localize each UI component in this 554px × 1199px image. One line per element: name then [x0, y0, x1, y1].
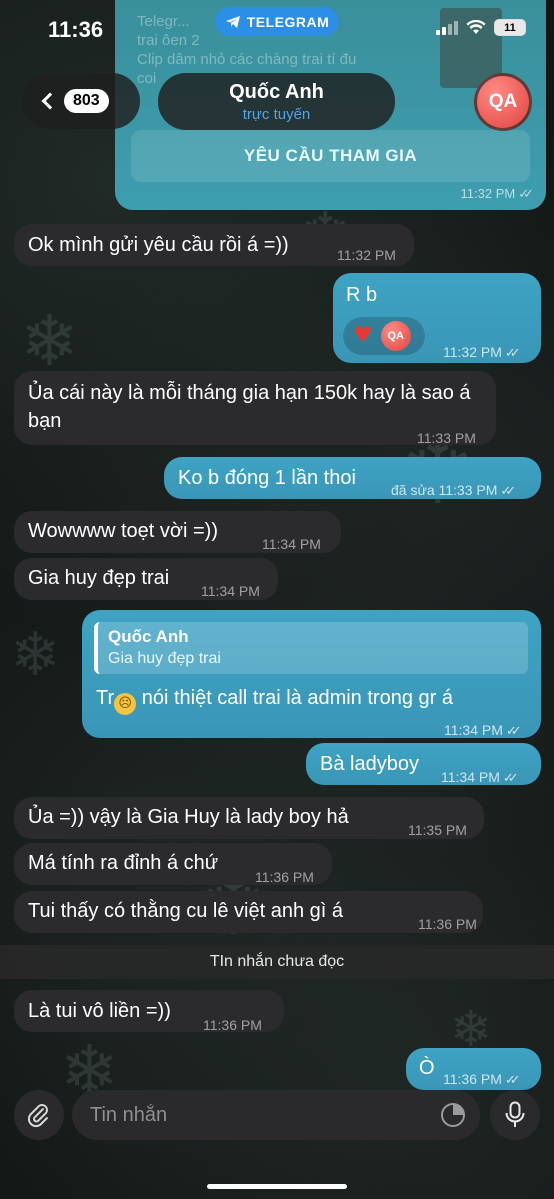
message-incoming[interactable]: Ủa =)) vậy là Gia Huy là lady boy hả 11:…: [14, 797, 484, 839]
message-outgoing[interactable]: Ò 11:36 PM ✓✓: [406, 1048, 541, 1090]
message-incoming[interactable]: Ủa cái này là mỗi tháng gia hạn 150k hay…: [14, 371, 496, 446]
snowflake-decoration: ❄: [20, 300, 79, 382]
unread-count-badge: 803: [64, 89, 109, 113]
message-time: 11:34 PM: [262, 536, 321, 552]
request-join-button[interactable]: YÊU CẦU THAM GIA: [131, 130, 530, 182]
message-time: 11:36 PM: [203, 1017, 262, 1033]
message-time: 11:32 PM ✓✓: [443, 344, 521, 360]
reply-quote[interactable]: Quốc Anh Gia huy đẹp trai: [94, 622, 528, 674]
reactions[interactable]: ♥ QA: [343, 317, 425, 355]
signal-icon: [436, 20, 458, 35]
message-text: Gia huy đẹp trai: [28, 567, 170, 589]
avatar[interactable]: QA: [474, 73, 532, 131]
message-time: 11:34 PM: [201, 583, 260, 599]
battery-icon: 11: [494, 19, 526, 36]
message-text: Ủa =)) vậy là Gia Huy là lady boy hả: [28, 806, 349, 828]
message-incoming[interactable]: Má tính ra đỉnh á chứ 11:36 PM: [14, 843, 332, 885]
telegram-pill[interactable]: TELEGRAM: [215, 7, 339, 36]
message-outgoing[interactable]: Bà ladyboy 11:34 PM ✓✓: [306, 743, 541, 785]
message-time: 11:34 PM ✓✓: [444, 722, 522, 738]
attach-button[interactable]: [14, 1090, 64, 1140]
wifi-icon: [466, 20, 486, 34]
message-text: Bà ladyboy: [320, 753, 419, 775]
microphone-button[interactable]: [490, 1090, 540, 1140]
read-checks-icon: ✓✓: [505, 723, 522, 738]
snowflake-decoration: ❄: [10, 620, 61, 690]
message-incoming[interactable]: Ok mình gửi yêu cầu rồi á =)) 11:32 PM: [14, 224, 414, 266]
message-time: đã sửa 11:33 PM ✓✓: [391, 482, 516, 498]
sticker-icon[interactable]: [439, 1101, 467, 1129]
read-checks-icon: ✓✓: [504, 1072, 521, 1087]
reply-text: Gia huy đẹp trai: [108, 650, 221, 667]
message-time: 11:34 PM ✓✓: [441, 769, 519, 785]
unread-messages-divider: TIn nhắn chưa đọc: [0, 945, 554, 979]
message-time: 11:33 PM: [417, 430, 476, 446]
home-indicator[interactable]: [207, 1184, 347, 1189]
status-icons: 11: [436, 19, 526, 36]
contact-status: trực tuyến: [242, 105, 311, 123]
back-button[interactable]: 803: [22, 73, 140, 129]
message-incoming[interactable]: Tui thấy có thằng cu lê việt anh gì á 11…: [14, 891, 483, 933]
message-time: 11:36 PM: [418, 916, 477, 932]
paperclip-icon: [27, 1104, 48, 1128]
back-chevron-icon: [41, 92, 59, 110]
microphone-icon: [505, 1101, 525, 1127]
message-text: Tr ☹ nói thiệt call trai là admin trong g…: [96, 684, 453, 715]
message-text: Ok mình gửi yêu cầu rồi á =)): [28, 234, 289, 256]
message-input[interactable]: [72, 1090, 480, 1140]
clock: 11:36: [48, 17, 104, 42]
reaction-avatar: QA: [380, 321, 411, 351]
telegram-icon: [225, 15, 240, 28]
message-incoming[interactable]: Là tui vô liền =)) 11:36 PM: [14, 990, 284, 1033]
message-time: 11:32 PM: [337, 247, 396, 263]
message-time: 11:35 PM: [408, 822, 467, 838]
message-outgoing[interactable]: R b ♥ QA 11:32 PM ✓✓: [333, 273, 541, 363]
reply-author: Quốc Anh: [108, 627, 189, 646]
message-time: 11:36 PM: [255, 869, 314, 885]
sad-face-emoji-icon: ☹: [114, 693, 137, 715]
read-checks-icon: ✓✓: [502, 770, 519, 785]
status-bar: 11:36 TELEGRAM 11: [0, 0, 554, 56]
heart-icon: ♥: [353, 323, 373, 348]
message-text: Ò: [419, 1057, 435, 1079]
message-outgoing-reply[interactable]: Quốc Anh Gia huy đẹp trai Tr ☹ nói thiệt …: [82, 610, 541, 738]
contact-name: Quốc Anh: [229, 80, 324, 103]
message-time: 11:32 PM ✓✓: [460, 186, 534, 201]
chat-title[interactable]: Quốc Anh trực tuyến: [158, 73, 395, 130]
read-checks-icon: ✓✓: [518, 186, 534, 201]
message-text: Tui thấy có thằng cu lê việt anh gì á: [28, 900, 344, 922]
read-checks-icon: ✓✓: [500, 483, 516, 498]
telegram-pill-label: TELEGRAM: [246, 13, 330, 30]
message-text: Má tính ra đỉnh á chứ: [28, 852, 219, 874]
read-checks-icon: ✓✓: [504, 345, 521, 360]
message-incoming[interactable]: Gia huy đẹp trai 11:34 PM: [14, 558, 278, 600]
message-incoming[interactable]: Wowwww toẹt vời =)) 11:34 PM: [14, 511, 341, 553]
message-text: Wowwww toẹt vời =)): [28, 520, 218, 542]
message-text: Là tui vô liền =)): [28, 1000, 171, 1022]
message-outgoing[interactable]: Ko b đóng 1 lần thoi đã sửa 11:33 PM ✓✓: [164, 457, 541, 499]
message-text: Ko b đóng 1 lần thoi: [178, 467, 356, 489]
message-text: R b: [346, 284, 378, 306]
